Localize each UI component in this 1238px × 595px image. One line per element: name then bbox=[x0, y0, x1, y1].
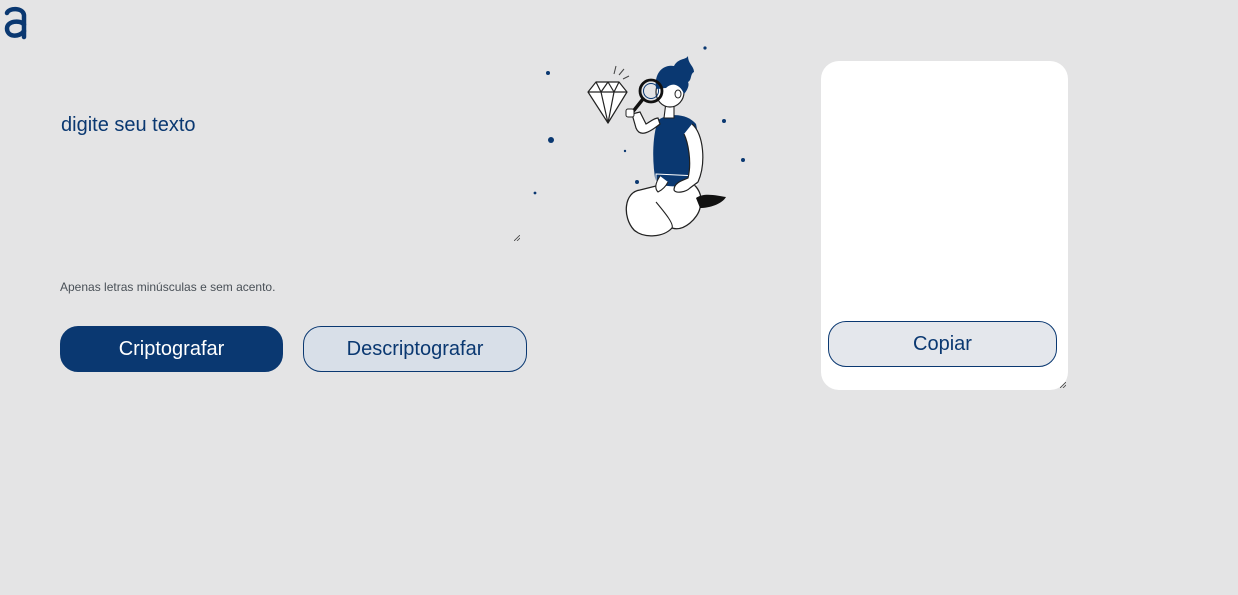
output-panel: Copiar bbox=[821, 61, 1068, 390]
decrypt-button[interactable]: Descriptografar bbox=[303, 326, 527, 372]
text-input[interactable] bbox=[60, 110, 522, 243]
copy-button[interactable]: Copiar bbox=[828, 321, 1057, 367]
resize-handle-icon[interactable] bbox=[1060, 382, 1066, 388]
page: Apenas letras minúsculas e sem acento. C… bbox=[0, 0, 1238, 595]
alura-logo-icon[interactable] bbox=[3, 4, 29, 40]
person-magnifying-glass-diamond-icon bbox=[533, 46, 745, 237]
output-text[interactable] bbox=[831, 71, 1062, 315]
encrypt-button[interactable]: Criptografar bbox=[60, 326, 283, 372]
input-hint: Apenas letras minúsculas e sem acento. bbox=[60, 280, 276, 294]
resize-handle-icon[interactable] bbox=[514, 235, 520, 241]
